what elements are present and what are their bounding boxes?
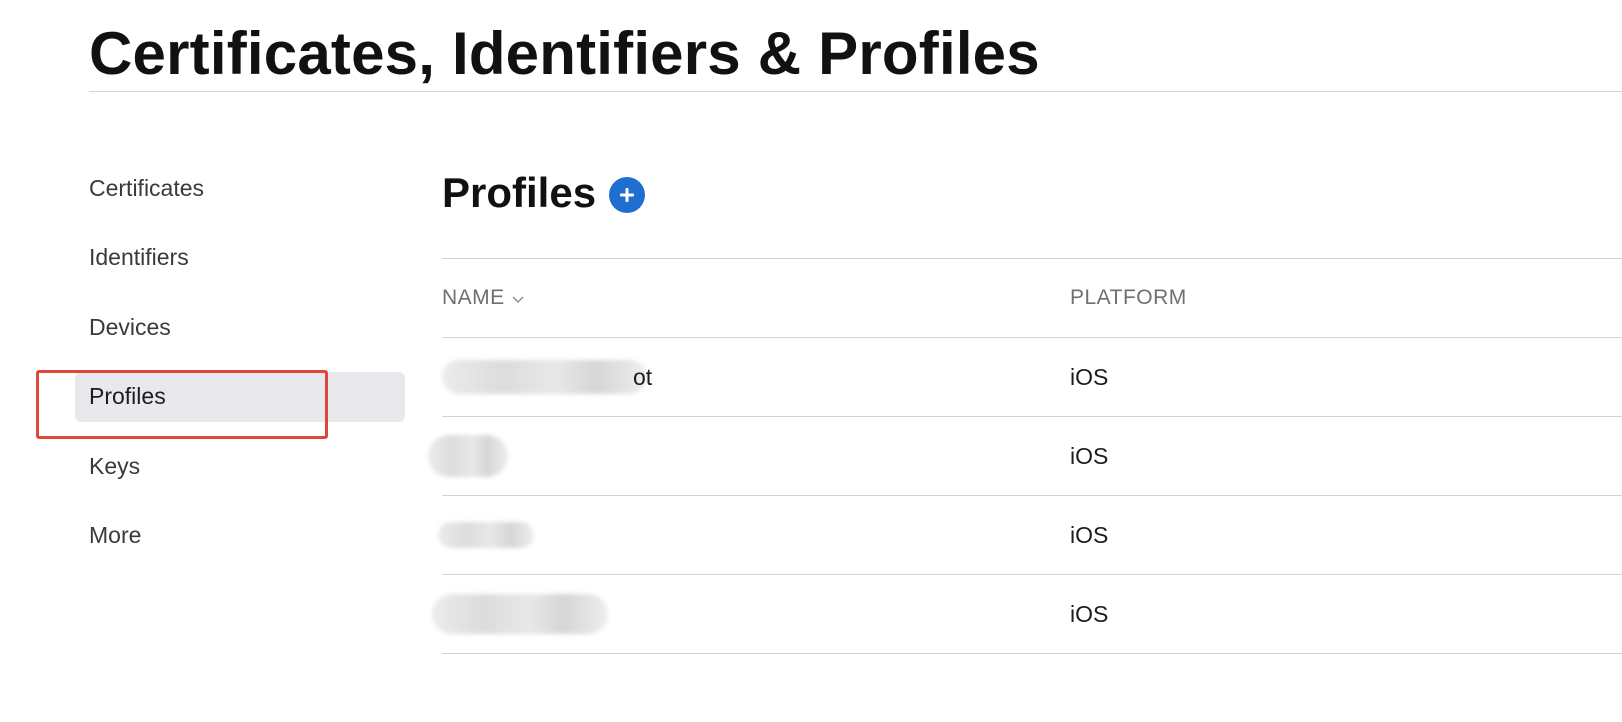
sidebar-item-label: Profiles bbox=[89, 383, 166, 410]
sidebar-item-devices[interactable]: Devices bbox=[75, 302, 405, 352]
sidebar-item-more[interactable]: More bbox=[75, 511, 405, 561]
profile-platform: iOS bbox=[1070, 600, 1109, 627]
table-row[interactable]: iOS bbox=[432, 574, 1622, 654]
page-title: Certificates, Identifiers & Profiles bbox=[89, 20, 1040, 87]
profile-platform: iOS bbox=[1070, 442, 1109, 469]
column-header-label: NAME bbox=[442, 286, 505, 309]
column-header-name[interactable]: NAME bbox=[442, 259, 1062, 337]
profile-platform: iOS bbox=[1070, 521, 1109, 548]
profiles-table: NAME PLATFORM ot iOS iOS iOS iOS bbox=[428, 258, 1622, 654]
table-row[interactable]: iOS bbox=[428, 416, 1622, 495]
column-header-platform: PLATFORM bbox=[1070, 259, 1187, 337]
sidebar-item-label: Keys bbox=[89, 452, 141, 479]
sidebar-item-profiles[interactable]: Profiles bbox=[75, 371, 405, 422]
sidebar: Certificates Identifiers Devices Profile… bbox=[75, 163, 405, 581]
sidebar-item-label: More bbox=[89, 522, 142, 549]
table-row[interactable]: iOS bbox=[438, 495, 1622, 574]
column-header-label: PLATFORM bbox=[1070, 286, 1187, 309]
profile-name[interactable] bbox=[438, 496, 1062, 574]
add-profile-button[interactable] bbox=[609, 177, 646, 213]
sidebar-item-label: Certificates bbox=[89, 174, 205, 201]
sidebar-item-keys[interactable]: Keys bbox=[75, 441, 405, 491]
redacted-name bbox=[442, 360, 647, 394]
table-row[interactable]: ot iOS bbox=[442, 337, 1622, 416]
table-header-row: NAME PLATFORM bbox=[442, 258, 1622, 337]
title-divider bbox=[89, 91, 1622, 92]
section-header: Profiles bbox=[442, 163, 646, 223]
profile-name[interactable] bbox=[432, 575, 1062, 653]
sidebar-item-label: Identifiers bbox=[89, 244, 189, 271]
redacted-name bbox=[432, 594, 608, 634]
profile-name[interactable] bbox=[428, 417, 1062, 495]
redacted-name bbox=[428, 435, 508, 477]
redacted-name bbox=[438, 522, 534, 548]
profile-name[interactable]: ot bbox=[442, 338, 1062, 416]
chevron-down-icon bbox=[511, 294, 525, 304]
section-title: Profiles bbox=[442, 169, 597, 216]
profile-platform: iOS bbox=[1070, 363, 1109, 390]
sidebar-item-label: Devices bbox=[89, 313, 171, 340]
plus-circle-icon bbox=[617, 185, 637, 205]
sidebar-item-identifiers[interactable]: Identifiers bbox=[75, 233, 405, 283]
profile-name-text: ot bbox=[633, 363, 653, 390]
sidebar-item-certificates[interactable]: Certificates bbox=[75, 163, 405, 213]
